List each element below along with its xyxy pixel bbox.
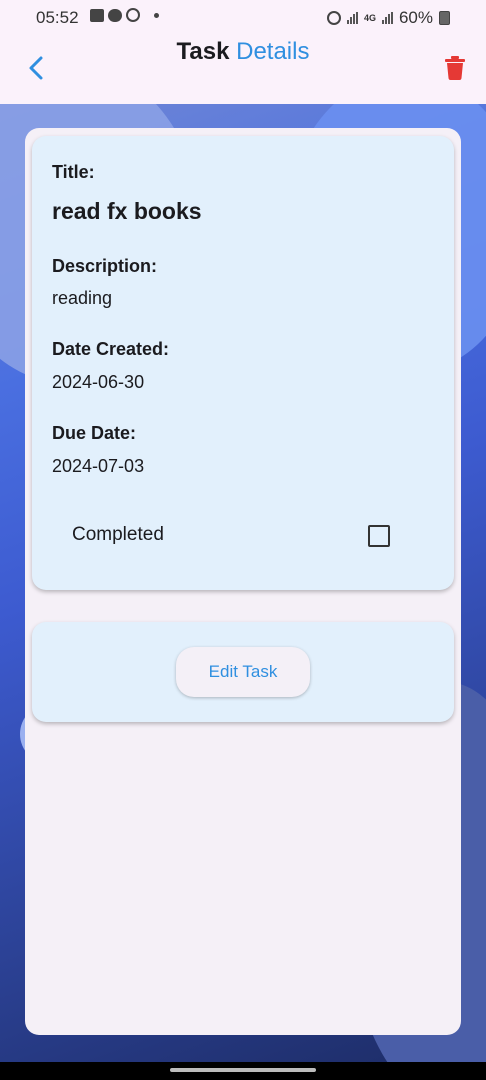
home-indicator[interactable] bbox=[170, 1068, 316, 1072]
due-date-value: 2024-07-03 bbox=[52, 456, 145, 476]
cloud-icon bbox=[108, 8, 122, 22]
description-value: reading bbox=[52, 288, 113, 308]
description-label: Description: bbox=[52, 256, 158, 276]
hotspot-icon bbox=[326, 11, 341, 25]
signal-icon bbox=[346, 12, 358, 24]
date-created-label: Date Created: bbox=[52, 339, 170, 359]
actions-card: Edit Task bbox=[32, 622, 454, 722]
delete-button[interactable] bbox=[442, 54, 468, 82]
completed-row[interactable]: Completed bbox=[32, 512, 454, 562]
app-bar: Task Details bbox=[0, 34, 486, 104]
trash-icon bbox=[445, 56, 465, 80]
network-type: 4G bbox=[363, 13, 376, 23]
notification-icons bbox=[90, 8, 159, 22]
status-time: 05:52 bbox=[36, 8, 79, 27]
page-title-part1: Task bbox=[176, 38, 230, 65]
completed-label: Completed bbox=[72, 524, 164, 545]
date-created-value: 2024-06-30 bbox=[52, 372, 145, 392]
page-title-part2: Details bbox=[236, 38, 310, 65]
gallery-icon bbox=[90, 8, 104, 22]
page-title: Task Details bbox=[0, 38, 486, 66]
title-label: Title: bbox=[52, 162, 95, 182]
system-nav-bar bbox=[0, 1062, 486, 1080]
task-details-card: Title: read fx books Description: readin… bbox=[32, 136, 454, 590]
status-bar: 05:52 4G 60% bbox=[0, 0, 486, 34]
edit-task-button[interactable]: Edit Task bbox=[176, 647, 310, 697]
battery-percent: 60% bbox=[398, 8, 433, 27]
completed-checkbox[interactable] bbox=[368, 525, 390, 547]
battery-icon bbox=[439, 11, 450, 25]
whatsapp-icon bbox=[126, 8, 140, 22]
due-date-label: Due Date: bbox=[52, 423, 137, 443]
status-right: 4G 60% bbox=[326, 8, 450, 28]
signal-icon-2 bbox=[381, 12, 393, 24]
more-notifications-icon bbox=[154, 12, 159, 18]
title-value: read fx books bbox=[52, 198, 202, 224]
